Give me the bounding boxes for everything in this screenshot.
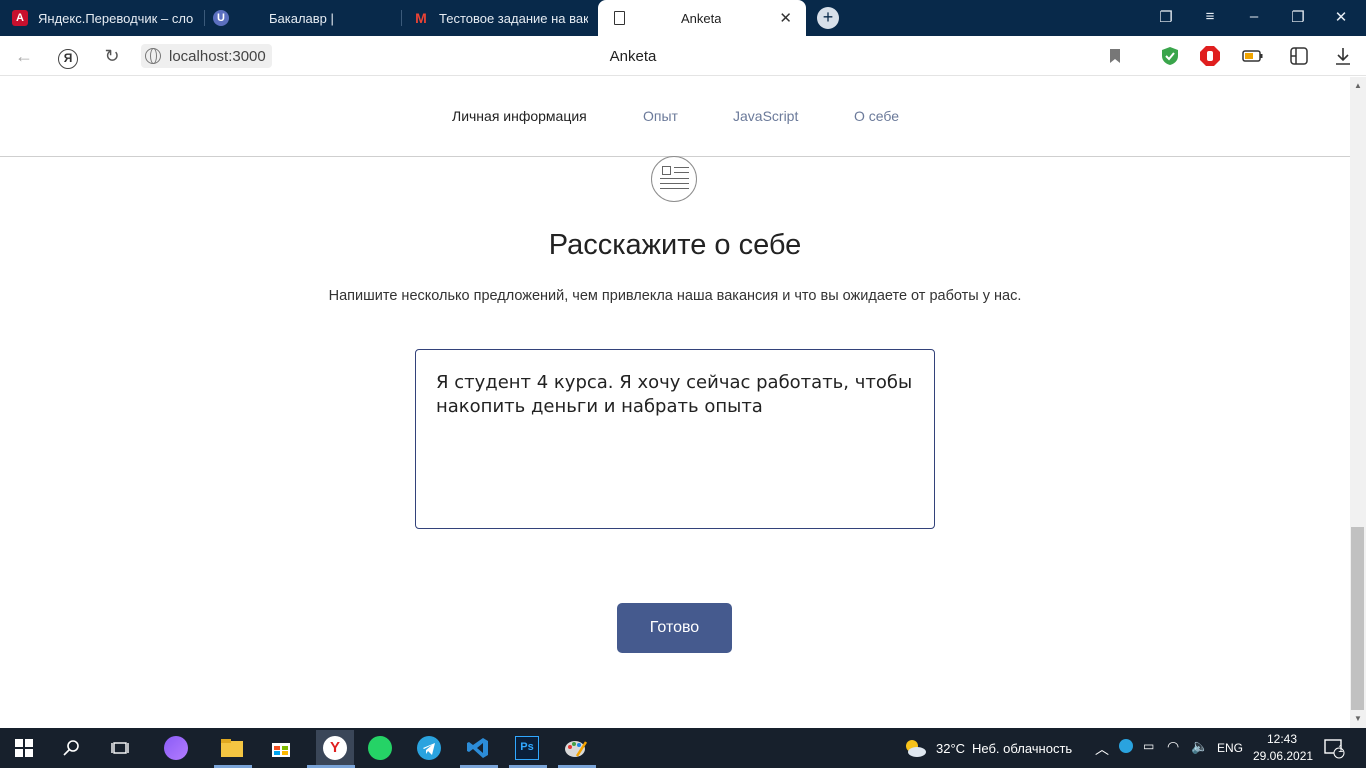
clock-date[interactable]: 29.06.2021 — [1253, 749, 1313, 763]
page-content: Личная информация Опыт JavaScript О себе… — [0, 77, 1350, 728]
nav-personal-info[interactable]: Личная информация — [452, 108, 587, 124]
scroll-down-icon[interactable]: ▼ — [1350, 712, 1366, 726]
restore-icon[interactable]: ❐ — [1288, 8, 1308, 26]
tab-test-task[interactable]: M Тестовое задание на вака — [413, 0, 588, 36]
weather-icon[interactable] — [901, 734, 929, 762]
bookmark-icon[interactable] — [1104, 45, 1126, 67]
alice-icon[interactable] — [162, 734, 190, 762]
menu-icon[interactable]: ≡ — [1200, 8, 1220, 25]
chevron-up-icon[interactable]: ︿ — [1095, 739, 1109, 759]
tab-title: Тестовое задание на вака — [439, 10, 588, 26]
file-explorer-icon[interactable] — [218, 734, 246, 762]
close-tab-icon[interactable]: ✕ — [779, 9, 792, 27]
task-view-icon[interactable] — [106, 734, 134, 762]
volume-icon[interactable]: 🔈 — [1191, 738, 1208, 755]
download-icon[interactable] — [1332, 45, 1354, 67]
section-heading: Расскажите о себе — [548, 229, 802, 261]
battery-icon[interactable] — [1242, 45, 1264, 67]
gmail-icon: M — [415, 10, 427, 26]
battery-tray-icon[interactable]: ▭ — [1143, 739, 1154, 753]
tab-separator — [204, 10, 205, 26]
form-icon — [651, 156, 697, 202]
close-window-icon[interactable]: ✕ — [1331, 8, 1351, 26]
section-description: Напишите несколько предложений, чем прив… — [328, 288, 1022, 304]
notification-count: 1 — [1338, 744, 1344, 755]
whatsapp-icon[interactable] — [366, 734, 394, 762]
notifications-icon[interactable]: 1 — [1320, 734, 1348, 762]
taskbar: Y Ps 32°C Неб. облачность ︿ ▭ ◠ 🔈 ENG 12… — [0, 728, 1366, 768]
translate-icon: A — [12, 10, 28, 26]
tab-translator[interactable]: A Яндекс.Переводчик – сло — [12, 0, 198, 36]
wifi-icon[interactable]: ◠ — [1167, 738, 1179, 755]
photoshop-icon[interactable]: Ps — [513, 734, 541, 762]
minimize-icon[interactable]: – — [1244, 8, 1264, 25]
weather-temperature[interactable]: 32°C — [936, 741, 965, 756]
paint-icon[interactable] — [562, 734, 590, 762]
submit-button[interactable]: Готово — [617, 603, 732, 653]
tray-app-icon[interactable] — [1119, 739, 1133, 756]
clock-time[interactable]: 12:43 — [1267, 732, 1297, 746]
about-me-textarea[interactable]: Я студент 4 курса. Я хочу сейчас работат… — [415, 349, 935, 529]
tab-title: Бакалавр | — [269, 10, 334, 26]
tab-bakalavr[interactable]: U Бакалавр | — [213, 0, 389, 36]
search-icon[interactable] — [58, 734, 86, 762]
language-indicator[interactable]: ENG — [1217, 741, 1243, 755]
yandex-browser-icon[interactable]: Y — [316, 730, 354, 766]
page-title: Anketa — [609, 48, 657, 65]
nav-experience[interactable]: Опыт — [643, 108, 678, 124]
new-tab-button[interactable]: + — [817, 7, 839, 29]
scroll-up-icon[interactable]: ▲ — [1350, 79, 1366, 93]
tab-anketa[interactable]: Anketa ✕ — [598, 0, 806, 36]
address-bar: ← Я ↻ localhost:3000 Anketa — [0, 36, 1366, 76]
scroll-thumb[interactable] — [1351, 527, 1364, 710]
adblock-icon[interactable] — [1199, 45, 1221, 67]
browser-tabstrip: A Яндекс.Переводчик – сло U Бакалавр | M… — [0, 0, 1366, 36]
telegram-icon[interactable] — [415, 734, 443, 762]
windows-start-icon[interactable] — [10, 734, 38, 762]
shield-icon[interactable] — [1159, 45, 1181, 67]
tab-title: Яндекс.Переводчик – сло — [38, 10, 194, 26]
form-step-nav: Личная информация Опыт JavaScript О себе — [0, 77, 1350, 157]
store-icon[interactable] — [267, 734, 295, 762]
page-icon — [614, 11, 625, 25]
nav-about-me[interactable]: О себе — [854, 108, 899, 124]
tab-separator — [401, 10, 402, 26]
tab-title: Anketa — [681, 10, 722, 26]
collections-icon[interactable]: ❐ — [1156, 8, 1176, 26]
u-icon: U — [213, 10, 229, 26]
extensions-icon[interactable] — [1288, 45, 1310, 67]
nav-javascript[interactable]: JavaScript — [733, 108, 798, 124]
weather-description[interactable]: Неб. облачность — [972, 741, 1072, 756]
vscode-icon[interactable] — [464, 734, 492, 762]
